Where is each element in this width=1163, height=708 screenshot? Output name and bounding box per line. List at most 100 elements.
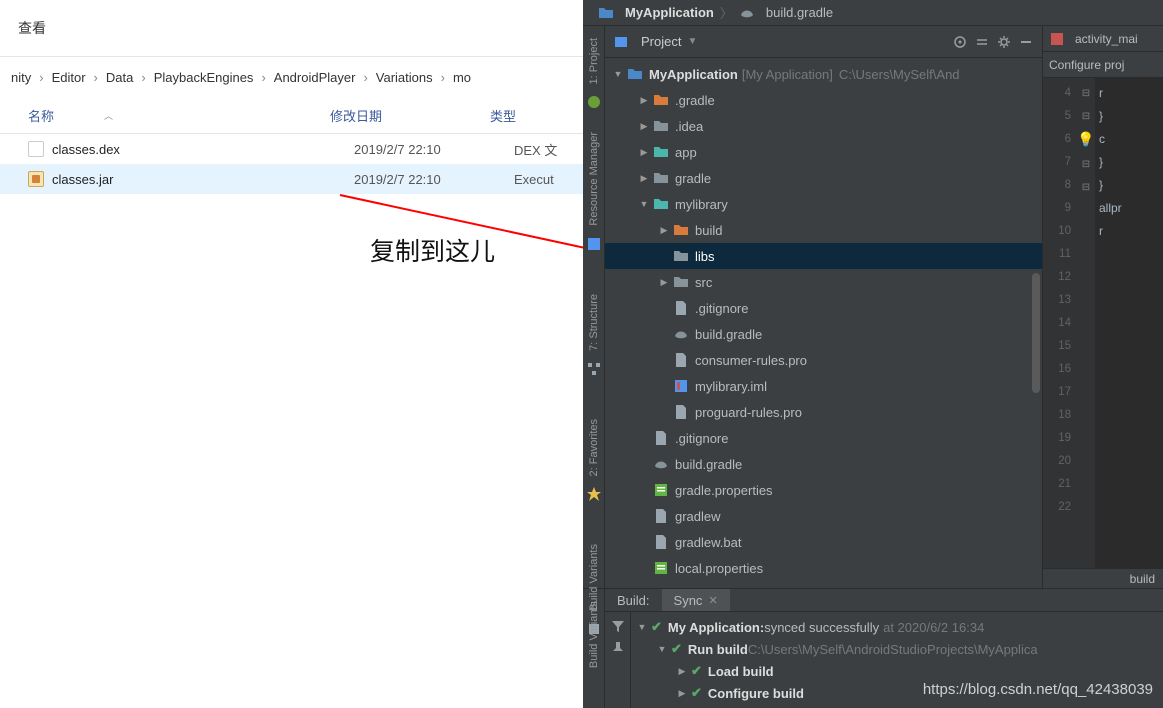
- vertical-scrollbar[interactable]: [1032, 273, 1040, 393]
- chevron-down-icon: ▼: [687, 36, 697, 47]
- props-icon: [653, 482, 669, 498]
- build-rail: Build Variants: [583, 589, 605, 708]
- editor-subbar[interactable]: Configure proj: [1043, 52, 1163, 78]
- file-gray-icon: [653, 534, 669, 550]
- tree-item-label: build.gradle: [695, 327, 762, 342]
- build-row[interactable]: ▼✔My Application: synced successfully at…: [637, 616, 1157, 638]
- fold-teal-icon: [653, 144, 669, 160]
- xml-icon: [1049, 31, 1065, 47]
- col-name[interactable]: 名称: [28, 106, 54, 125]
- editor-tab[interactable]: activity_mai: [1043, 26, 1163, 52]
- filter-icon[interactable]: [610, 618, 626, 634]
- file-gray-icon: [673, 300, 689, 316]
- expand-icon[interactable]: [974, 34, 990, 50]
- tree-item[interactable]: consumer-rules.pro: [605, 347, 1042, 373]
- chevron-right-icon: ›: [139, 70, 147, 85]
- explorer-file-list: classes.dex 2019/2/7 22:10 DEX 文 classes…: [0, 134, 583, 194]
- gradle-icon: [653, 456, 669, 472]
- ide-breadcrumb[interactable]: MyApplication 〉 build.gradle: [583, 0, 1163, 26]
- gradle-icon: [673, 326, 689, 342]
- build-row[interactable]: ▶✔Load build: [637, 660, 1157, 682]
- tree-item-label: gradlew.bat: [675, 535, 742, 550]
- tree-item[interactable]: ▶.idea: [605, 113, 1042, 139]
- minimize-icon[interactable]: [1018, 34, 1034, 50]
- watermark-text: https://blog.csdn.net/qq_42438039: [923, 681, 1153, 698]
- fold-orange-icon: [653, 92, 669, 108]
- build-tab-sync-label: Sync: [674, 593, 703, 608]
- explorer-column-header[interactable]: 名称 ︿ 修改日期 类型: [0, 98, 583, 134]
- tree-item[interactable]: ▶gradle: [605, 165, 1042, 191]
- breadcrumb-file[interactable]: build.gradle: [766, 5, 833, 20]
- tree-root[interactable]: ▼MyApplication[My Application]C:\Users\M…: [605, 61, 1042, 87]
- project-dropdown[interactable]: Project: [641, 34, 681, 49]
- tree-item-label: gradle.properties: [675, 483, 773, 498]
- explorer-breadcrumb[interactable]: nity›Editor›Data›PlaybackEngines›Android…: [0, 56, 583, 98]
- tree-item[interactable]: libs: [605, 243, 1042, 269]
- file-explorer: 查看 nity›Editor›Data›PlaybackEngines›Andr…: [0, 0, 583, 708]
- rail-favorites[interactable]: 2: Favorites: [588, 411, 600, 484]
- structure-icon: [586, 361, 602, 377]
- left-tool-rail: 1: Project Resource Manager 7: Structure…: [583, 26, 605, 588]
- file-row[interactable]: classes.dex 2019/2/7 22:10 DEX 文: [0, 134, 583, 164]
- tree-item[interactable]: build.gradle: [605, 451, 1042, 477]
- explorer-menu-bar: 查看: [0, 0, 583, 56]
- project-icon: [613, 34, 629, 50]
- tree-item[interactable]: .gitignore: [605, 295, 1042, 321]
- breadcrumb-item[interactable]: PlaybackEngines: [148, 70, 260, 85]
- project-tree[interactable]: ▼MyApplication[My Application]C:\Users\M…: [605, 58, 1042, 588]
- menu-view[interactable]: 查看: [18, 18, 46, 38]
- tree-item[interactable]: ▶.gradle: [605, 87, 1042, 113]
- chevron-right-icon: ›: [37, 70, 45, 85]
- tree-item-label: src: [695, 275, 712, 290]
- sort-indicator-icon: ︿: [104, 109, 113, 122]
- breadcrumb-item[interactable]: nity: [5, 70, 37, 85]
- fold-orange-icon: [673, 222, 689, 238]
- tree-item[interactable]: local.properties: [605, 555, 1042, 581]
- file-name: classes.dex: [52, 142, 354, 157]
- build-row[interactable]: ▼✔Run build C:\Users\MySelf\AndroidStudi…: [637, 638, 1157, 660]
- rail-project[interactable]: 1: Project: [588, 30, 600, 92]
- tree-item-label: build: [695, 223, 722, 238]
- breadcrumb-project[interactable]: MyApplication: [625, 5, 714, 20]
- tree-item[interactable]: proguard-rules.pro: [605, 399, 1042, 425]
- breadcrumb-item[interactable]: Data: [100, 70, 139, 85]
- rail-resource-manager[interactable]: Resource Manager: [588, 124, 600, 234]
- col-date[interactable]: 修改日期: [330, 106, 490, 125]
- rail-build-variants-2[interactable]: Build Variants: [588, 593, 600, 676]
- tree-item[interactable]: ▶src: [605, 269, 1042, 295]
- gear-icon[interactable]: [996, 34, 1012, 50]
- pin-icon[interactable]: [610, 640, 626, 656]
- tree-item-label: gradle: [675, 171, 711, 186]
- breadcrumb-item[interactable]: AndroidPlayer: [268, 70, 362, 85]
- tree-item[interactable]: ▶app: [605, 139, 1042, 165]
- target-icon[interactable]: [952, 34, 968, 50]
- tree-item[interactable]: ▶build: [605, 217, 1042, 243]
- breadcrumb-item[interactable]: Editor: [46, 70, 92, 85]
- project-panel-header: Project ▼: [605, 26, 1042, 58]
- file-type: Execut: [514, 172, 583, 187]
- close-icon[interactable]: ✕: [708, 594, 717, 607]
- tree-item[interactable]: mylibrary.iml: [605, 373, 1042, 399]
- tree-item[interactable]: build.gradle: [605, 321, 1042, 347]
- col-type[interactable]: 类型: [490, 106, 583, 125]
- tree-item[interactable]: gradlew: [605, 503, 1042, 529]
- fold-gutter[interactable]: ⊟⊟💡⊟⊟: [1077, 78, 1095, 568]
- build-tab-sync[interactable]: Sync ✕: [662, 589, 730, 611]
- tree-item[interactable]: ▼mylibrary: [605, 191, 1042, 217]
- breadcrumb-item[interactable]: Variations: [370, 70, 439, 85]
- breadcrumb-item[interactable]: mo: [447, 70, 477, 85]
- file-gray-icon: [653, 430, 669, 446]
- file-icon: [28, 171, 44, 187]
- tree-item[interactable]: .gitignore: [605, 425, 1042, 451]
- line-number-gutter[interactable]: 45678910111213141516171819202122: [1043, 78, 1077, 568]
- tree-item[interactable]: gradlew.bat: [605, 529, 1042, 555]
- code-content[interactable]: r}c}}allprr: [1095, 78, 1163, 568]
- build-tab-build[interactable]: Build:: [605, 589, 662, 611]
- rail-structure[interactable]: 7: Structure: [588, 286, 600, 359]
- editor-tab-label: activity_mai: [1075, 32, 1138, 46]
- tree-item[interactable]: gradle.properties: [605, 477, 1042, 503]
- file-row[interactable]: classes.jar 2019/2/7 22:10 Execut: [0, 164, 583, 194]
- tree-item-label: mylibrary: [675, 197, 728, 212]
- file-gray-icon: [653, 508, 669, 524]
- tree-item-label: local.properties: [675, 561, 763, 576]
